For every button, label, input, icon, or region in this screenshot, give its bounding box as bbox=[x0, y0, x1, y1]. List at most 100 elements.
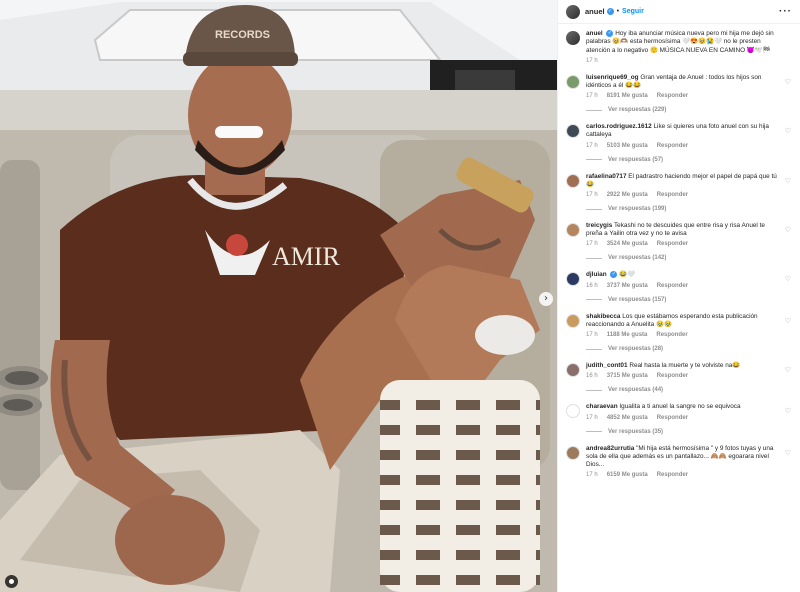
svg-text:AMIR: AMIR bbox=[272, 242, 341, 271]
comments-panel: anuel ✓ • Seguir ··· anuel ✓ Hoy iba anu… bbox=[557, 0, 800, 592]
post-header: anuel ✓ • Seguir ··· bbox=[558, 0, 800, 24]
avatar[interactable] bbox=[566, 313, 580, 328]
comment-likes[interactable]: 3737 Me gusta bbox=[607, 283, 648, 289]
divider bbox=[586, 159, 602, 161]
comment: judith_cont01 Real hasta la muerte y te … bbox=[566, 362, 792, 379]
comment-text: rafaelina0717 El padrastro haciendo mejo… bbox=[586, 172, 777, 188]
reply-button[interactable]: Responder bbox=[657, 472, 688, 478]
divider bbox=[586, 208, 602, 210]
comment-username[interactable]: andrea82urrutia bbox=[586, 445, 634, 452]
avatar[interactable] bbox=[566, 4, 580, 19]
post-photo[interactable]: AMIR RECORDS › bbox=[0, 0, 557, 592]
comment-likes[interactable]: 6159 Me gusta bbox=[607, 472, 648, 478]
caption-text: anuel ✓ Hoy iba anunciar música nueva pe… bbox=[586, 30, 774, 54]
comment: rafaelina0717 El padrastro haciendo mejo… bbox=[566, 173, 792, 198]
comment: charaevan Igualita a ti anuel la sangre … bbox=[566, 403, 792, 421]
divider bbox=[586, 109, 602, 111]
follow-button[interactable]: Seguir bbox=[622, 8, 644, 15]
heart-icon[interactable]: ♡ bbox=[785, 449, 791, 457]
reply-button[interactable]: Responder bbox=[657, 93, 688, 99]
comment-item: charaevan Igualita a ti anuel la sangre … bbox=[566, 403, 792, 435]
comment-text: djluian ✓ 😂🤍 bbox=[586, 271, 636, 279]
comment-username[interactable]: carlos.rodriguez.1612 bbox=[586, 123, 652, 130]
comment-time: 17 h bbox=[586, 414, 598, 421]
view-replies-button[interactable]: Ver respuestas (199) bbox=[586, 206, 792, 212]
heart-icon[interactable]: ♡ bbox=[785, 317, 791, 325]
more-horizontal-icon[interactable]: ··· bbox=[779, 6, 792, 17]
comment-likes[interactable]: 3715 Me gusta bbox=[607, 373, 648, 379]
reply-button[interactable]: Responder bbox=[657, 373, 688, 379]
reply-button[interactable]: Responder bbox=[657, 192, 688, 198]
view-replies-button[interactable]: Ver respuestas (142) bbox=[586, 255, 792, 261]
comment-list: luisenrique69_og Gran ventaja de Anuel :… bbox=[566, 74, 792, 478]
view-replies-button[interactable]: Ver respuestas (57) bbox=[586, 157, 792, 163]
user-tag-icon[interactable] bbox=[5, 575, 18, 588]
comment-meta: 17 h 5103 Me gusta Responder bbox=[586, 143, 780, 149]
avatar[interactable] bbox=[566, 74, 580, 89]
comment-time: 17 h bbox=[586, 57, 598, 64]
post-username[interactable]: anuel bbox=[585, 7, 605, 16]
comment-likes[interactable]: 8191 Me gusta bbox=[607, 93, 648, 99]
comment-username[interactable]: rafaelina0717 bbox=[586, 173, 627, 180]
heart-icon[interactable]: ♡ bbox=[785, 407, 791, 415]
caption: anuel ✓ Hoy iba anunciar música nueva pe… bbox=[566, 30, 792, 64]
comment-time: 16 h bbox=[586, 282, 598, 289]
view-replies-button[interactable]: Ver respuestas (35) bbox=[586, 429, 792, 435]
comment-likes[interactable]: 5103 Me gusta bbox=[607, 143, 648, 149]
reply-button[interactable]: Responder bbox=[656, 332, 687, 338]
avatar[interactable] bbox=[566, 445, 580, 460]
comment-time: 17 h bbox=[586, 472, 598, 479]
heart-icon[interactable]: ♡ bbox=[785, 177, 791, 185]
comment-meta: 16 h 3715 Me gusta Responder bbox=[586, 373, 780, 379]
comment-username[interactable]: judith_cont01 bbox=[586, 362, 628, 369]
comment-username[interactable]: luisenrique69_og bbox=[586, 74, 639, 81]
comment-meta: 17 h 6159 Me gusta Responder bbox=[586, 472, 780, 478]
comment-username[interactable]: shakibecca bbox=[586, 313, 620, 320]
avatar[interactable] bbox=[566, 363, 580, 378]
verified-icon: ✓ bbox=[606, 30, 614, 37]
heart-icon[interactable]: ♡ bbox=[785, 78, 791, 86]
view-replies-button[interactable]: Ver respuestas (44) bbox=[586, 387, 792, 393]
comment: djluian ✓ 😂🤍 16 h 3737 Me gusta Responde… bbox=[566, 271, 792, 289]
reply-button[interactable]: Responder bbox=[657, 241, 688, 247]
separator-dot: • bbox=[616, 8, 620, 15]
comment-text: treicygis Tekashi no te descuides que en… bbox=[586, 222, 765, 238]
reply-button[interactable]: Responder bbox=[657, 143, 688, 149]
heart-icon[interactable]: ♡ bbox=[785, 275, 791, 283]
verified-icon: ✓ bbox=[606, 8, 614, 15]
view-replies-button[interactable]: Ver respuestas (28) bbox=[586, 346, 792, 352]
avatar[interactable] bbox=[566, 124, 580, 139]
view-replies-button[interactable]: Ver respuestas (157) bbox=[586, 297, 792, 303]
comment-likes[interactable]: 3524 Me gusta bbox=[607, 241, 648, 247]
comment-username[interactable]: djluian bbox=[586, 272, 607, 279]
comment-username[interactable]: anuel bbox=[586, 30, 603, 37]
comment: shakibecca Los que estábamos esperando e… bbox=[566, 313, 792, 338]
heart-icon[interactable]: ♡ bbox=[785, 366, 791, 374]
comment-text: charaevan Igualita a ti anuel la sangre … bbox=[586, 403, 741, 411]
comment: luisenrique69_og Gran ventaja de Anuel :… bbox=[566, 74, 792, 99]
comment-username[interactable]: treicygis bbox=[586, 222, 612, 229]
divider bbox=[586, 389, 602, 391]
comment-likes[interactable]: 2922 Me gusta bbox=[607, 192, 648, 198]
divider bbox=[586, 257, 602, 259]
view-replies-button[interactable]: Ver respuestas (229) bbox=[586, 107, 792, 113]
heart-icon[interactable]: ♡ bbox=[785, 127, 791, 135]
comment-username[interactable]: charaevan bbox=[586, 403, 618, 410]
comment-meta: 17 h 1188 Me gusta Responder bbox=[586, 332, 780, 338]
comment: andrea82urrutia "Mi hija está hermosísim… bbox=[566, 445, 792, 478]
comment-thread: anuel ✓ Hoy iba anunciar música nueva pe… bbox=[558, 24, 800, 478]
avatar[interactable] bbox=[566, 31, 580, 45]
comment-likes[interactable]: 1188 Me gusta bbox=[607, 332, 648, 338]
comment-time: 17 h bbox=[586, 241, 598, 248]
divider bbox=[586, 348, 602, 350]
reply-button[interactable]: Responder bbox=[657, 415, 688, 421]
carousel-next-icon[interactable]: › bbox=[539, 292, 553, 306]
reply-button[interactable]: Responder bbox=[657, 283, 688, 289]
comment-meta: 17 h 2922 Me gusta Responder bbox=[586, 192, 780, 198]
avatar[interactable] bbox=[566, 404, 580, 419]
avatar[interactable] bbox=[566, 173, 580, 188]
heart-icon[interactable]: ♡ bbox=[785, 226, 791, 234]
comment-likes[interactable]: 4852 Me gusta bbox=[607, 415, 648, 421]
avatar[interactable] bbox=[566, 223, 580, 238]
avatar[interactable] bbox=[566, 272, 580, 287]
